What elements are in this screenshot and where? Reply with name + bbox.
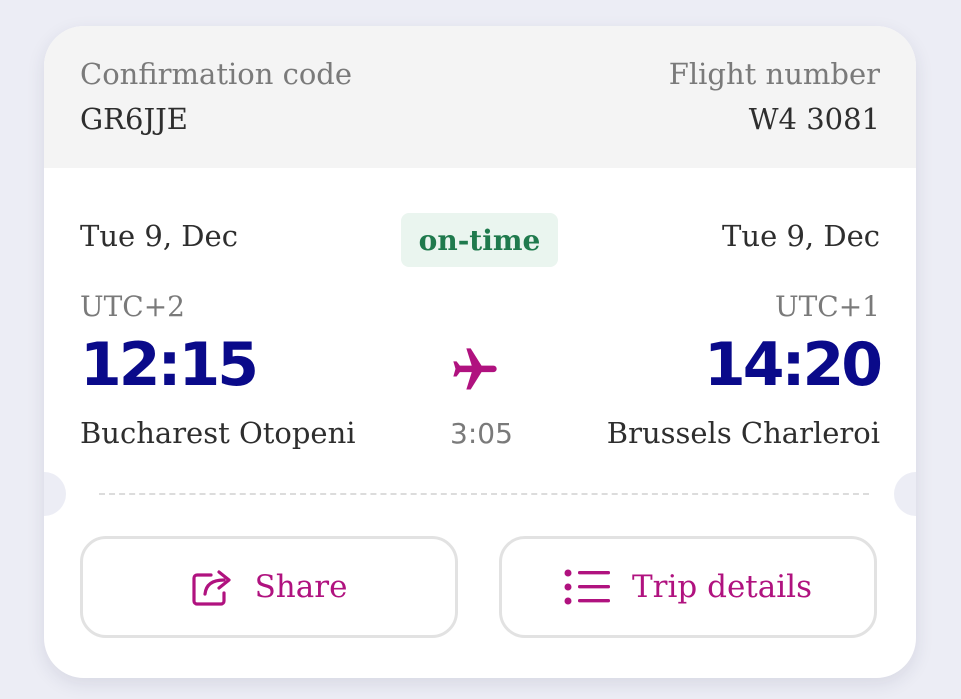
confirmation-code-value: GR6JJE — [80, 102, 188, 136]
ticket-notch-right — [894, 472, 916, 516]
trip-details-button[interactable]: Trip details — [499, 536, 877, 638]
arrival-time: 14:20 — [704, 330, 883, 400]
status-badge: on-time — [401, 213, 558, 267]
departure-timezone: UTC+2 — [80, 290, 185, 323]
share-icon — [191, 567, 235, 607]
flight-duration: 3:05 — [450, 417, 513, 450]
arrival-timezone: UTC+1 — [775, 290, 880, 323]
share-label: Share — [254, 569, 348, 605]
flight-number-label: Flight number — [668, 57, 880, 91]
departure-time: 12:15 — [80, 330, 259, 400]
list-icon — [564, 569, 612, 605]
flight-number-value: W4 3081 — [748, 102, 880, 136]
trip-details-label: Trip details — [632, 569, 812, 605]
departure-airport: Bucharest Otopeni — [80, 416, 356, 450]
ticket-divider — [99, 493, 869, 495]
ticket-notch-left — [44, 472, 66, 516]
confirmation-code-label: Confirmation code — [80, 57, 353, 91]
arrival-airport: Brussels Charleroi — [606, 416, 880, 450]
flight-card: Confirmation code GR6JJE Flight number W… — [44, 26, 916, 678]
booking-header: Confirmation code GR6JJE Flight number W… — [44, 26, 916, 168]
departure-date: Tue 9, Dec — [80, 219, 238, 253]
arrival-date: Tue 9, Dec — [722, 219, 880, 253]
share-button[interactable]: Share — [80, 536, 458, 638]
airplane-icon — [449, 344, 501, 396]
